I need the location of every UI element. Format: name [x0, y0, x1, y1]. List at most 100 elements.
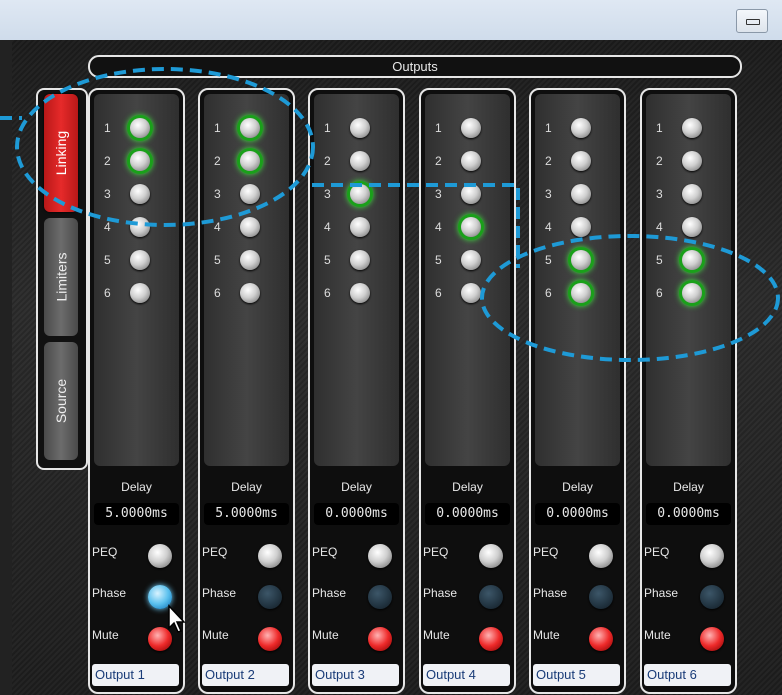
phase-button[interactable] [589, 585, 613, 609]
link-button[interactable] [130, 118, 150, 138]
delay-field[interactable]: 0.0000ms [425, 503, 510, 525]
link-button[interactable] [682, 250, 702, 270]
link-button[interactable] [461, 217, 481, 237]
peq-label: PEQ [644, 545, 670, 559]
peq-label: PEQ [92, 545, 118, 559]
link-button[interactable] [130, 250, 150, 270]
link-row: 5 [94, 248, 179, 272]
link-matrix: 1 2 3 4 5 6 [94, 94, 179, 466]
link-button[interactable] [350, 250, 370, 270]
link-row-number: 3 [435, 187, 442, 201]
mouse-cursor-icon [168, 604, 186, 633]
side-tab-bar: Linking Limiters Source [36, 88, 88, 470]
link-button[interactable] [571, 283, 591, 303]
link-button[interactable] [571, 118, 591, 138]
link-button[interactable] [240, 151, 260, 171]
window-titlebar [0, 0, 782, 40]
minimize-button[interactable] [736, 9, 768, 33]
link-button[interactable] [350, 118, 370, 138]
peq-label: PEQ [423, 545, 449, 559]
peq-button[interactable] [479, 544, 503, 568]
link-button[interactable] [130, 151, 150, 171]
link-row: 3 [425, 182, 510, 206]
link-button[interactable] [461, 250, 481, 270]
link-button[interactable] [682, 118, 702, 138]
link-row: 2 [535, 149, 620, 173]
link-row: 1 [646, 116, 731, 140]
delay-label: Delay [452, 480, 483, 494]
link-button[interactable] [240, 184, 260, 204]
link-button[interactable] [130, 217, 150, 237]
link-button[interactable] [461, 118, 481, 138]
delay-field[interactable]: 0.0000ms [314, 503, 399, 525]
link-button[interactable] [130, 184, 150, 204]
link-row: 4 [204, 215, 289, 239]
delay-field[interactable]: 0.0000ms [646, 503, 731, 525]
output-name-field[interactable]: Output 3 [312, 664, 399, 686]
link-button[interactable] [571, 217, 591, 237]
link-row: 1 [204, 116, 289, 140]
peq-label: PEQ [533, 545, 559, 559]
delay-field[interactable]: 0.0000ms [535, 503, 620, 525]
link-button[interactable] [240, 118, 260, 138]
link-button[interactable] [682, 217, 702, 237]
link-row-number: 1 [324, 121, 331, 135]
peq-button[interactable] [700, 544, 724, 568]
link-row-number: 2 [104, 154, 111, 168]
link-button[interactable] [240, 250, 260, 270]
peq-button[interactable] [589, 544, 613, 568]
link-row: 2 [94, 149, 179, 173]
peq-button[interactable] [148, 544, 172, 568]
minimize-icon [746, 19, 760, 25]
link-button[interactable] [350, 283, 370, 303]
phase-button[interactable] [700, 585, 724, 609]
mute-button[interactable] [589, 627, 613, 651]
mute-button[interactable] [368, 627, 392, 651]
link-row-number: 1 [104, 121, 111, 135]
delay-field[interactable]: 5.0000ms [94, 503, 179, 525]
link-button[interactable] [571, 151, 591, 171]
outputs-header: Outputs [88, 55, 742, 78]
tab-limiters[interactable]: Limiters [44, 218, 78, 336]
link-row-number: 3 [214, 187, 221, 201]
output-column-5: 1 2 3 4 5 6 Delay 0.0000ms PEQ Phase Mute Output 5 [529, 88, 626, 694]
link-button[interactable] [350, 217, 370, 237]
link-button[interactable] [240, 283, 260, 303]
link-button[interactable] [461, 151, 481, 171]
delay-field[interactable]: 5.0000ms [204, 503, 289, 525]
mute-button[interactable] [700, 627, 724, 651]
mute-button[interactable] [479, 627, 503, 651]
link-button[interactable] [461, 184, 481, 204]
link-button[interactable] [682, 151, 702, 171]
link-row: 5 [204, 248, 289, 272]
link-button[interactable] [682, 184, 702, 204]
link-button[interactable] [461, 283, 481, 303]
phase-button[interactable] [258, 585, 282, 609]
link-button[interactable] [240, 217, 260, 237]
link-button[interactable] [571, 250, 591, 270]
mute-button[interactable] [258, 627, 282, 651]
link-button[interactable] [350, 184, 370, 204]
link-row-number: 5 [545, 253, 552, 267]
link-button[interactable] [682, 283, 702, 303]
link-button[interactable] [571, 184, 591, 204]
output-name-field[interactable]: Output 6 [644, 664, 731, 686]
link-row-number: 4 [324, 220, 331, 234]
output-name-field[interactable]: Output 1 [92, 664, 179, 686]
phase-button[interactable] [479, 585, 503, 609]
link-row-number: 1 [214, 121, 221, 135]
link-row: 4 [314, 215, 399, 239]
peq-button[interactable] [258, 544, 282, 568]
output-name-field[interactable]: Output 4 [423, 664, 510, 686]
output-name-field[interactable]: Output 5 [533, 664, 620, 686]
phase-button[interactable] [368, 585, 392, 609]
output-name-field[interactable]: Output 2 [202, 664, 289, 686]
link-button[interactable] [130, 283, 150, 303]
tab-source[interactable]: Source [44, 342, 78, 460]
peq-button[interactable] [368, 544, 392, 568]
link-row-number: 4 [435, 220, 442, 234]
link-row-number: 5 [656, 253, 663, 267]
link-button[interactable] [350, 151, 370, 171]
tab-linking[interactable]: Linking [44, 94, 78, 212]
link-row-number: 4 [104, 220, 111, 234]
